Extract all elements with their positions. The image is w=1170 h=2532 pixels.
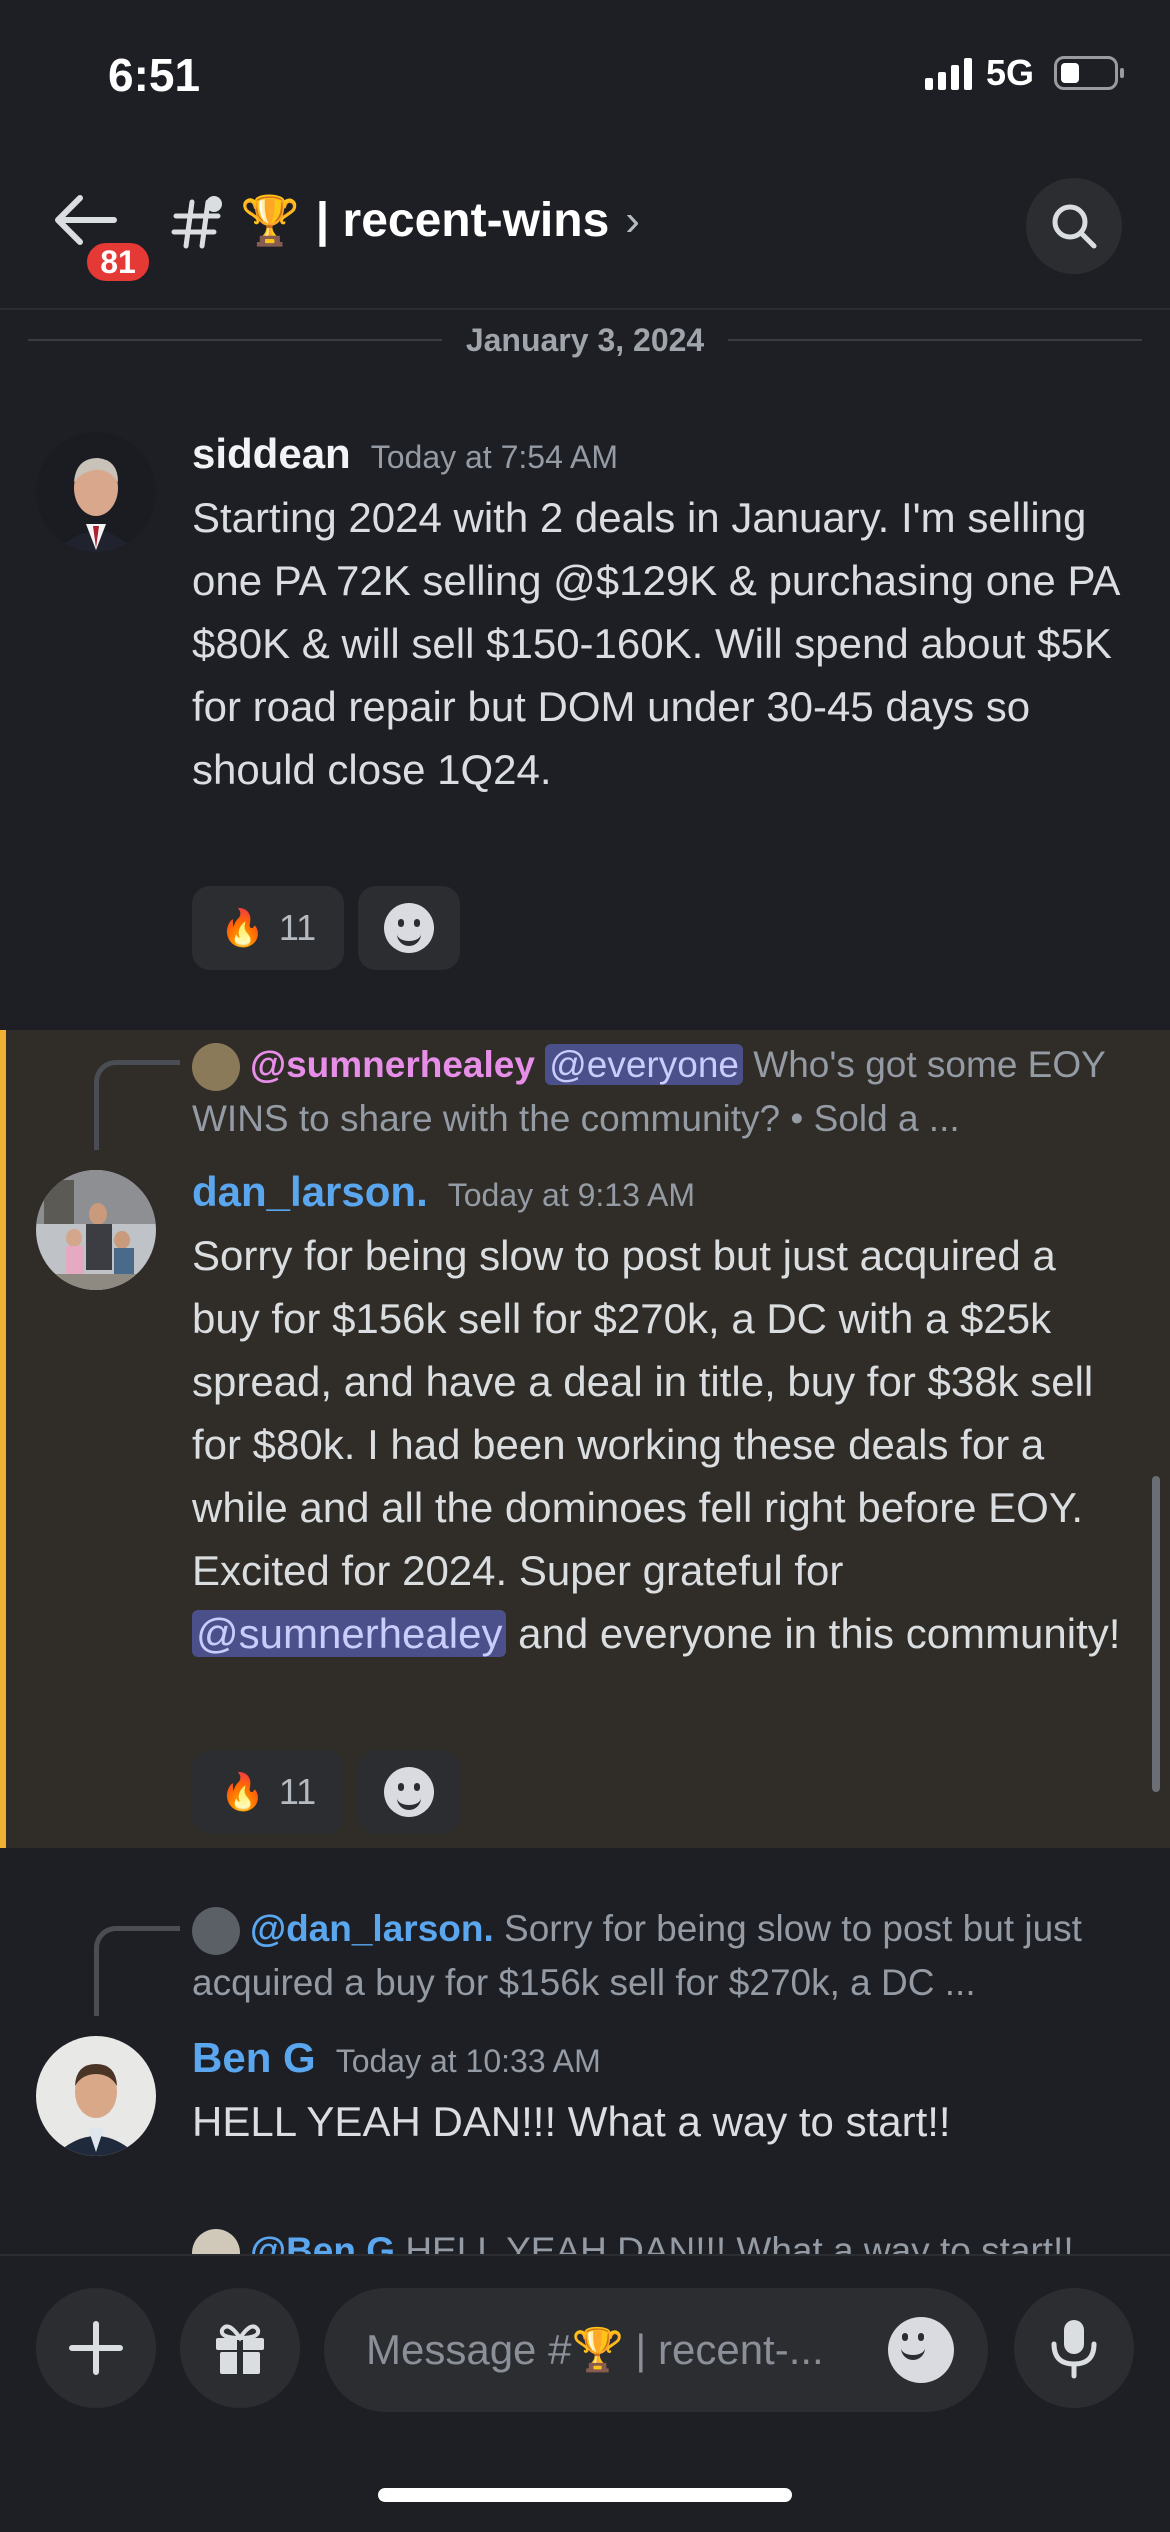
message-text-part: Sorry for being slow to post but just ac…	[192, 1232, 1094, 1594]
avatar[interactable]	[36, 1170, 156, 1290]
reaction-count: 11	[278, 1771, 317, 1812]
reply-avatar	[192, 1043, 240, 1092]
date-divider: January 3, 2024	[28, 320, 1143, 360]
channel-header: 81 🏆 | recent-wins ›	[0, 150, 1170, 310]
reply-reference[interactable]: @Ben G HELL YEAH DAN!!! What a way to st…	[192, 2224, 1142, 2254]
reply-reference[interactable]: @sumnerhealey @everyone Who's got some E…	[192, 1038, 1142, 1146]
fire-icon: 🔥	[220, 1771, 265, 1812]
reply-username: @Ben G	[250, 2230, 396, 2254]
scrollbar[interactable]	[1152, 1476, 1160, 1792]
divider-line	[728, 339, 1143, 341]
search-icon	[1052, 204, 1097, 249]
reply-reference[interactable]: @dan_larson. Sorry for being slow to pos…	[192, 1902, 1142, 2010]
plus-icon	[69, 2321, 123, 2375]
add-reaction-button[interactable]	[358, 886, 461, 970]
reactions: 🔥 11	[192, 886, 461, 970]
timestamp: Today at 9:13 AM	[447, 1177, 696, 1213]
unread-badge: 81	[82, 238, 154, 286]
divider-line	[28, 339, 442, 341]
message-text: Starting 2024 with 2 deals in January. I…	[192, 494, 1119, 793]
home-indicator[interactable]	[378, 2488, 792, 2502]
microphone-icon	[1051, 2320, 1097, 2379]
channel-title[interactable]: 🏆 | recent-wins ›	[240, 192, 640, 249]
smile-icon	[384, 1767, 435, 1817]
everyone-mention: @everyone	[545, 1044, 743, 1085]
reaction-count: 11	[278, 907, 317, 948]
network-label: 5G	[985, 52, 1034, 93]
date-label: January 3, 2024	[465, 321, 705, 358]
username[interactable]: siddean	[192, 430, 351, 478]
status-icons: 5G	[924, 52, 1124, 94]
battery-icon	[1054, 56, 1124, 90]
reply-username: @sumnerhealey	[250, 1044, 535, 1085]
message-header: Ben G Today at 10:33 AM	[192, 2034, 601, 2082]
message-header: dan_larson. Today at 9:13 AM	[192, 1168, 695, 1216]
timestamp: Today at 10:33 AM	[335, 2043, 601, 2079]
message-text: Sorry for being slow to post but just ac…	[192, 1224, 1132, 1665]
add-reaction-button[interactable]	[358, 1750, 461, 1834]
timestamp: Today at 7:54 AM	[370, 439, 618, 475]
message-header: siddean Today at 7:54 AM	[192, 430, 618, 478]
user-mention[interactable]: @sumnerhealey	[192, 1610, 507, 1657]
reply-avatar	[192, 1907, 240, 1956]
message-text-part: and everyone in this community!	[506, 1610, 1121, 1657]
gift-button[interactable]	[180, 2288, 300, 2408]
message-input[interactable]: Message #🏆 | recent-...	[324, 2288, 988, 2412]
username[interactable]: Ben G	[192, 2034, 316, 2082]
reaction-fire[interactable]: 🔥 11	[192, 1750, 345, 1834]
search-button[interactable]	[1026, 178, 1122, 274]
message-text: HELL YEAH DAN!!! What a way to start!!	[192, 2098, 951, 2145]
reaction-fire[interactable]: 🔥 11	[192, 886, 345, 970]
add-attachment-button[interactable]	[36, 2288, 156, 2408]
emoji-picker-icon[interactable]	[888, 2317, 954, 2383]
signal-icon	[924, 56, 972, 90]
message-placeholder: Message #🏆 | recent-...	[366, 2325, 824, 2373]
gift-icon	[216, 2324, 264, 2374]
username[interactable]: dan_larson.	[192, 1168, 428, 1216]
reply-avatar	[192, 2229, 240, 2254]
channel-hash-icon	[168, 192, 228, 252]
chevron-right-icon: ›	[625, 195, 640, 245]
fire-icon: 🔥	[220, 907, 265, 948]
reply-connector	[94, 1926, 180, 2016]
status-time: 6:51	[108, 49, 201, 101]
status-bar: 6:51 5G	[0, 0, 1170, 150]
channel-emoji: 🏆	[240, 195, 300, 248]
channel-name: | recent-wins	[315, 194, 610, 247]
avatar[interactable]	[36, 432, 156, 552]
voice-message-button[interactable]	[1014, 2288, 1134, 2408]
avatar[interactable]	[36, 2036, 156, 2156]
reactions: 🔥 11	[192, 1750, 461, 1834]
reply-snippet: HELL YEAH DAN!!! What a way to start!!	[395, 2230, 1074, 2254]
message-partial[interactable]: @Ben G HELL YEAH DAN!!! What a way to st…	[0, 2218, 1170, 2254]
reply-connector	[94, 1060, 180, 1150]
reply-username: @dan_larson.	[250, 1908, 494, 1949]
smile-icon	[384, 903, 435, 953]
